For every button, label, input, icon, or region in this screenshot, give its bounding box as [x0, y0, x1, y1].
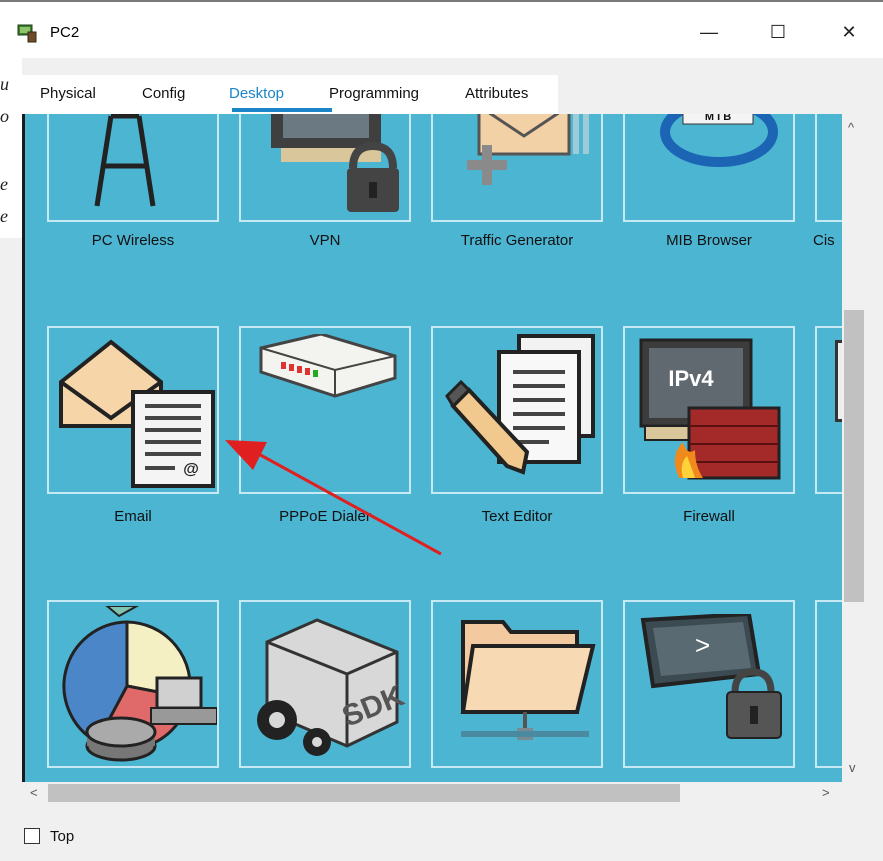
text-editor-icon — [445, 334, 595, 475]
pppoe-dialer-icon — [259, 334, 397, 398]
tab-desktop[interactable]: Desktop — [229, 85, 284, 102]
vertical-scroll-thumb[interactable] — [844, 310, 864, 602]
window-title: PC2 — [50, 24, 80, 41]
app-tile-text-editor[interactable] — [431, 326, 603, 494]
network-stats-icon — [62, 606, 217, 762]
app-tile-pc-wireless[interactable] — [47, 114, 219, 222]
app-tile-email[interactable]: @ — [47, 326, 219, 494]
app-label-email: Email — [114, 508, 152, 525]
firewall-icon: IPv4 — [639, 338, 781, 480]
close-icon: ✕ — [841, 21, 857, 42]
app-tile-partial-row2[interactable] — [815, 326, 842, 494]
terminal-prompt-text: > — [695, 630, 710, 660]
desktop-app-grid: PC Wireless VPN Traffic Generator M I B … — [22, 114, 842, 782]
app-label-pc-wireless: PC Wireless — [91, 232, 175, 249]
app-tile-traffic-generator[interactable] — [431, 114, 603, 222]
pc-wireless-icon — [94, 114, 156, 207]
side-text-3: e — [0, 174, 8, 194]
maximize-icon: ☐ — [769, 21, 787, 42]
sdk-icon: SDK — [257, 618, 407, 756]
close-button[interactable]: ✕ — [826, 12, 872, 52]
active-tab-indicator — [232, 108, 332, 112]
tab-bar: Physical Config Desktop Programming Attr… — [22, 75, 558, 115]
side-text-2: o — [0, 106, 9, 126]
traffic-generator-icon — [467, 114, 589, 185]
scroll-down-icon[interactable]: v — [849, 760, 856, 775]
app-tile-terminal[interactable]: > — [623, 600, 795, 768]
terminal-lock-icon: > — [640, 614, 782, 739]
horizontal-scrollbar[interactable]: < > — [22, 782, 842, 804]
side-text-1: u — [0, 74, 9, 94]
app-label-traffic-generator: Traffic Generator — [460, 232, 574, 249]
app-tile-partial-row3[interactable] — [815, 600, 842, 768]
top-checkbox-label: Top — [50, 827, 75, 845]
at-sign-text: @ — [183, 461, 199, 478]
email-icon: @ — [59, 339, 215, 488]
vertical-scrollbar[interactable]: ^ v — [842, 114, 866, 782]
mib-label-text: M I B — [705, 114, 731, 123]
app-label-firewall: Firewall — [683, 508, 735, 525]
top-checkbox-row[interactable]: Top — [24, 825, 74, 847]
vpn-icon — [271, 114, 399, 212]
pc2-window: PC2 — ☐ ✕ u o e e Physical Config Deskto… — [0, 0, 883, 861]
ipv4-text: IPv4 — [668, 366, 714, 391]
top-checkbox[interactable] — [24, 828, 40, 844]
app-tile-vpn[interactable] — [239, 114, 411, 222]
scroll-right-icon[interactable]: > — [822, 785, 830, 800]
scroll-up-icon[interactable]: ^ — [848, 120, 854, 135]
maximize-button[interactable]: ☐ — [755, 12, 801, 52]
app-label-mib-browser: MIB Browser — [666, 232, 752, 249]
title-bar: PC2 — ☐ ✕ — [0, 2, 883, 58]
minimize-button[interactable]: — — [686, 12, 732, 52]
tab-attributes[interactable]: Attributes — [465, 85, 528, 102]
app-label-partial: Cis — [813, 232, 835, 249]
side-text-4: e — [0, 206, 8, 226]
horizontal-scroll-thumb[interactable] — [48, 784, 680, 802]
app-tile-file-manager[interactable] — [431, 600, 603, 768]
pc-device-icon — [17, 24, 37, 43]
annotation-arrow-icon — [225, 440, 442, 556]
partial-icon-row2 — [835, 340, 842, 422]
app-tile-firewall[interactable]: IPv4 — [623, 326, 795, 494]
background-document-strip: u o e e — [0, 58, 22, 238]
file-manager-icon — [460, 620, 596, 740]
app-tile-network-stats[interactable] — [47, 600, 219, 768]
app-tile-sdk[interactable]: SDK — [239, 600, 411, 768]
tab-config[interactable]: Config — [142, 85, 185, 102]
tab-programming[interactable]: Programming — [329, 85, 419, 102]
mib-browser-icon: M I B — [660, 114, 778, 167]
scrollbar-corner — [842, 782, 866, 804]
scroll-left-icon[interactable]: < — [30, 785, 38, 800]
app-tile-partial[interactable] — [815, 114, 842, 222]
tab-physical[interactable]: Physical — [40, 85, 96, 102]
app-tile-mib-browser[interactable]: M I B — [623, 114, 795, 222]
minimize-icon: — — [700, 21, 718, 42]
app-label-vpn: VPN — [309, 232, 341, 249]
